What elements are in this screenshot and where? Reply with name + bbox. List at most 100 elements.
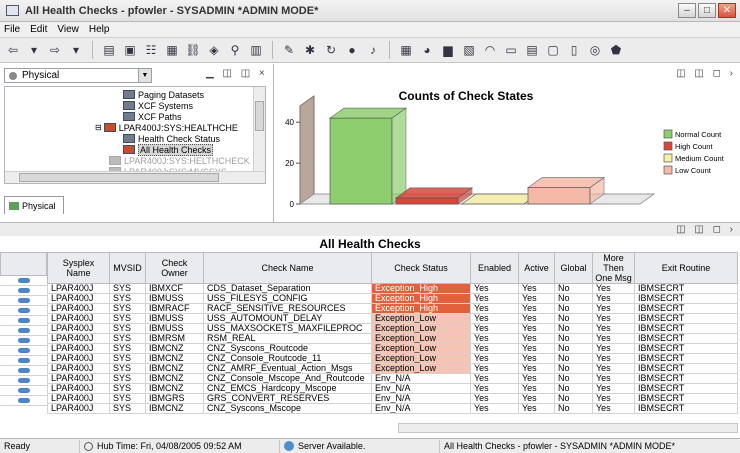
link-icon[interactable]: ⛓ [184, 41, 202, 59]
table-pane-header: ◫ ◫ ◻ › [0, 222, 740, 236]
table-row[interactable]: LPAR400J SYS IBMCNZ CNZ_Syscons_Routcode Exc… [47, 343, 738, 354]
table-pane-controls[interactable]: ◫ ◫ ◻ › [676, 224, 736, 235]
open-icon[interactable]: ▤ [100, 41, 118, 59]
table-row[interactable]: LPAR400J SYS IBMCNZ CNZ_Console_Mscope_And_… [47, 373, 738, 384]
gauge-icon[interactable]: ◠ [481, 41, 499, 59]
column-header[interactable]: Enabled [470, 252, 519, 284]
row-link-icon[interactable] [0, 346, 47, 356]
row-link-icon[interactable] [0, 276, 47, 286]
collapse-icon[interactable]: ⊟ [95, 123, 102, 132]
stop-icon[interactable]: ● [343, 41, 361, 59]
event-icon[interactable]: ✱ [301, 41, 319, 59]
column-header[interactable]: MVSID [109, 252, 146, 284]
tree-item[interactable]: XCF Paths [123, 111, 182, 122]
menu-help[interactable]: Help [89, 24, 110, 35]
back-dropdown-icon[interactable]: ▾ [25, 41, 43, 59]
tree-vertical-scrollbar[interactable] [253, 87, 265, 171]
save-icon[interactable]: ▣ [121, 41, 139, 59]
navigator-icon[interactable]: ◈ [205, 41, 223, 59]
table-row[interactable]: LPAR400J SYS IBMCNZ CNZ_EMCS_Hardcopy_Mscop… [47, 383, 738, 394]
table-row[interactable]: LPAR400J SYS IBMCNZ CNZ_AMRF_Eventual_Actio… [47, 363, 738, 374]
column-header[interactable]: Check Name [203, 252, 372, 284]
properties-icon[interactable]: ☷ [142, 41, 160, 59]
tree-item-selected[interactable]: All Health Checks [123, 143, 214, 156]
column-header[interactable]: Sysplex Name [47, 252, 110, 284]
notepad-icon[interactable]: ▭ [502, 41, 520, 59]
event-console-icon[interactable]: ▤ [523, 41, 541, 59]
row-link-icon[interactable] [0, 326, 47, 336]
view-select[interactable]: Physical ▼ [4, 68, 152, 83]
table-horizontal-scrollbar[interactable] [398, 423, 738, 433]
table-icon[interactable]: ▦ [397, 41, 415, 59]
table-row[interactable]: LPAR400J SYS IBMCNZ CNZ_Syscons_Mscope Env_N… [47, 403, 738, 414]
table-cell: No [554, 333, 593, 344]
row-link-icon[interactable] [0, 296, 47, 306]
maximize-button[interactable]: □ [698, 3, 716, 18]
row-link-icon[interactable] [0, 286, 47, 296]
table-cell: No [554, 303, 593, 314]
tab-physical[interactable]: Physical [4, 196, 64, 214]
column-header[interactable]: Global [554, 252, 593, 284]
table-cell: IBMSECRT [634, 283, 738, 294]
tree-horizontal-scrollbar[interactable] [5, 171, 265, 183]
legend-swatch [663, 153, 673, 163]
y-tick-label: 0 [290, 200, 295, 209]
row-link-icon[interactable] [0, 396, 47, 406]
table-row[interactable]: LPAR400J SYS IBMUSS USS_MAXSOCKETS_MAXFILEP… [47, 323, 738, 334]
column-header[interactable]: Check Status [371, 252, 471, 284]
row-link-icon[interactable] [0, 336, 47, 346]
table-cell: Yes [470, 343, 519, 354]
navigator-pane-controls[interactable]: ▁ ◫ ◫ × [206, 68, 268, 79]
chart-title: Counts of Check States [399, 89, 534, 103]
minimize-button[interactable]: ‒ [678, 3, 696, 18]
menu-edit[interactable]: Edit [30, 24, 47, 35]
terminal-icon[interactable]: ▯ [565, 41, 583, 59]
column-header[interactable]: Exit Routine [634, 252, 738, 284]
table-row[interactable]: LPAR400J SYS IBMGRS GRS_CONVERT_RESERVES Env… [47, 393, 738, 404]
refresh-icon[interactable]: ↻ [322, 41, 340, 59]
column-header[interactable]: More Then One Msg [592, 252, 635, 284]
row-link-icon[interactable] [0, 376, 47, 386]
tree-item[interactable]: Health Check Status [123, 133, 220, 144]
menu-view[interactable]: View [57, 24, 79, 35]
tree-item[interactable]: Paging Datasets [123, 89, 204, 100]
table-row[interactable]: LPAR400J SYS IBMCNZ CNZ_Console_Routcode_11… [47, 353, 738, 364]
row-link-icon[interactable] [0, 316, 47, 326]
table-row[interactable]: LPAR400J SYS IBMXCF CDS_Dataset_Separation E… [47, 283, 738, 294]
view-icon[interactable]: ▥ [247, 41, 265, 59]
plot-chart-icon[interactable]: ▧ [460, 41, 478, 59]
edit-icon[interactable]: ✎ [280, 41, 298, 59]
filter-icon[interactable]: ⚲ [226, 41, 244, 59]
browser-icon[interactable]: ◎ [586, 41, 604, 59]
sound-icon[interactable]: ♪ [364, 41, 382, 59]
menu-file[interactable]: File [4, 24, 20, 35]
column-header[interactable]: Active [518, 252, 555, 284]
tree-item[interactable]: LPAR400J:SYS:HELTHCHECK [109, 155, 250, 166]
graphic-view-icon[interactable]: ▢ [544, 41, 562, 59]
forward-dropdown-icon[interactable]: ▾ [67, 41, 85, 59]
chevron-down-icon[interactable]: ▼ [138, 69, 151, 82]
table-cell: Exception_High [371, 293, 471, 304]
row-link-icon[interactable] [0, 306, 47, 316]
chart-pane-controls[interactable]: ◫ ◫ ◻ › [676, 68, 736, 79]
row-link-icon[interactable] [0, 386, 47, 396]
close-button[interactable]: ✕ [718, 3, 736, 18]
topology-icon[interactable]: ⬟ [607, 41, 625, 59]
workspace-icon[interactable]: ▦ [163, 41, 181, 59]
table-row[interactable]: LPAR400J SYS IBMRSM RSM_REAL Exception_Low Ye… [47, 333, 738, 344]
pie-chart-icon[interactable]: ◕ [418, 41, 436, 59]
back-icon[interactable]: ⇦ [4, 41, 22, 59]
column-header[interactable]: Check Owner [145, 252, 204, 284]
forward-icon[interactable]: ⇨ [46, 41, 64, 59]
table-cell: RACF_SENSITIVE_RESOURCES [203, 303, 372, 314]
row-link-icon[interactable] [0, 366, 47, 376]
bar-chart-icon[interactable]: ▆ [439, 41, 457, 59]
chart-side-wall [299, 95, 315, 205]
tree-item[interactable]: ⊟ LPAR400J:SYS:HEALTHCHE [95, 122, 238, 133]
row-header-corner [0, 252, 47, 276]
table-row[interactable]: LPAR400J SYS IBMUSS USS_AUTOMOUNT_DELAY Exce… [47, 313, 738, 324]
table-row[interactable]: LPAR400J SYS IBMRACF RACF_SENSITIVE_RESOURC… [47, 303, 738, 314]
row-link-icon[interactable] [0, 356, 47, 366]
table-row[interactable]: LPAR400J SYS IBMUSS USS_FILESYS_CONFIG Excep… [47, 293, 738, 304]
tree-item[interactable]: XCF Systems [123, 100, 193, 111]
